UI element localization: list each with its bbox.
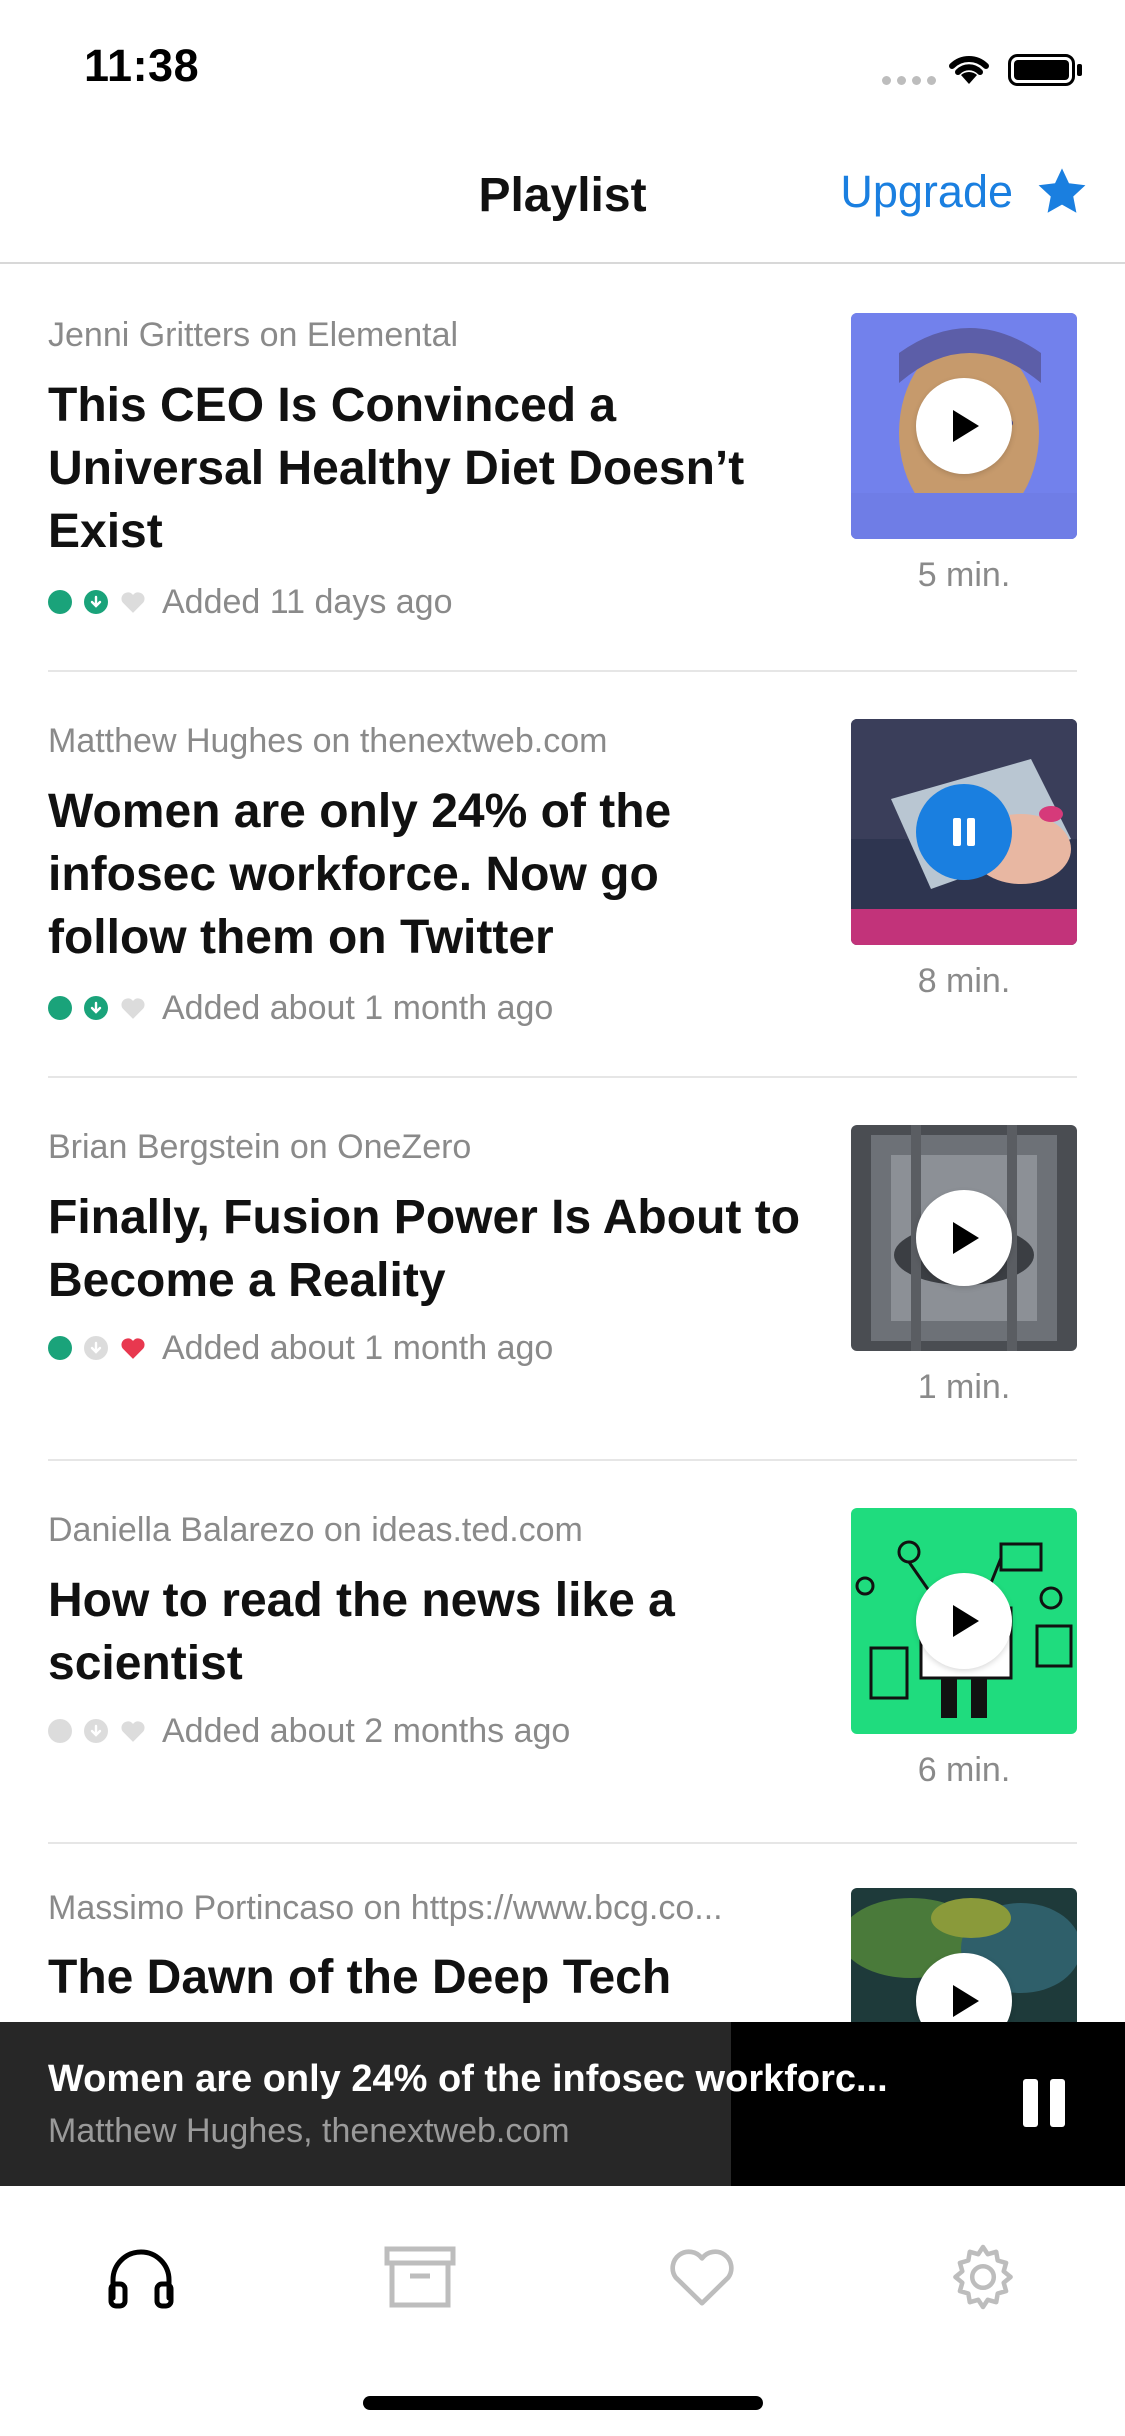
item-thumbnail[interactable] [851, 313, 1077, 539]
item-byline: Matthew Hughes on thenextweb.com [48, 722, 608, 760]
play-icon [953, 1222, 979, 1254]
pause-icon [953, 818, 975, 846]
item-byline: Brian Bergstein on OneZero [48, 1128, 472, 1166]
read-status-dot [48, 1719, 72, 1743]
now-playing-title: Women are only 24% of the infosec workfo… [48, 2058, 888, 2100]
item-duration: 1 min. [917, 1368, 1011, 1406]
home-indicator [363, 2396, 763, 2410]
item-title: The Dawn of the Deep Tech [48, 1951, 672, 2004]
download-icon[interactable] [84, 1336, 108, 1360]
tab-archive[interactable] [375, 2232, 465, 2322]
item-duration: 8 min. [917, 962, 1011, 1000]
tab-settings[interactable] [938, 2232, 1028, 2322]
list-item[interactable]: Massimo Portincaso on https://www.bcg.co… [48, 1844, 1077, 2044]
tab-playlist[interactable] [96, 2232, 186, 2322]
list-item[interactable]: Jenni Gritters on Elemental This CEO Is … [48, 266, 1077, 671]
item-thumbnail[interactable] [851, 1888, 1077, 2044]
heart-icon[interactable] [120, 996, 146, 1020]
headphones-icon [108, 2249, 174, 2309]
heart-icon [670, 2249, 734, 2306]
item-thumbnail[interactable] [851, 719, 1077, 945]
upgrade-label: Upgrade [840, 166, 1013, 217]
item-title: Finally, Fusion Power Is About to Become… [48, 1191, 801, 1307]
play-button[interactable] [916, 1573, 1012, 1669]
item-meta: Added 11 days ago [48, 582, 453, 622]
play-icon [953, 1985, 979, 2017]
item-byline: Jenni Gritters on Elemental [48, 316, 459, 354]
added-date: Added 11 days ago [162, 582, 453, 621]
status-time: 11:38 [84, 40, 200, 91]
star-icon [1038, 168, 1086, 213]
read-status-dot [48, 996, 72, 1020]
play-icon [953, 1605, 979, 1637]
download-icon[interactable] [84, 1719, 108, 1743]
battery-icon [1008, 54, 1082, 86]
item-byline: Massimo Portincaso on https://www.bcg.co… [48, 1889, 723, 1927]
item-meta: Added about 1 month ago [48, 1328, 553, 1368]
now-playing-bar[interactable]: Women are only 24% of the infosec workfo… [0, 2022, 1125, 2186]
upgrade-button[interactable]: Upgrade [840, 166, 1089, 218]
item-duration: 5 min. [917, 556, 1011, 594]
cellular-signal-icon [882, 76, 936, 85]
nav-bar: Playlist Upgrade [0, 130, 1125, 264]
item-title: Women are only 24% of the infosec workfo… [48, 785, 672, 964]
list-item[interactable]: Matthew Hughes on thenextweb.com Women a… [48, 672, 1077, 1077]
pause-button[interactable] [916, 784, 1012, 880]
heart-icon-liked[interactable] [120, 1336, 146, 1360]
tab-favorites[interactable] [657, 2232, 747, 2322]
downloaded-icon [84, 590, 108, 614]
item-byline: Daniella Balarezo on ideas.ted.com [48, 1511, 583, 1549]
item-meta: Added about 2 months ago [48, 1711, 570, 1751]
heart-icon[interactable] [120, 1719, 146, 1743]
now-playing-subtitle: Matthew Hughes, thenextweb.com [48, 2112, 570, 2150]
play-icon [953, 410, 979, 442]
pause-icon [1023, 2079, 1065, 2127]
item-meta: Added about 1 month ago [48, 988, 553, 1028]
added-date: Added about 2 months ago [162, 1711, 571, 1750]
heart-icon[interactable] [120, 590, 146, 614]
play-button[interactable] [916, 1190, 1012, 1286]
status-bar: 11:38 [0, 0, 1125, 130]
item-title: This CEO Is Convinced a Universal Health… [48, 379, 745, 558]
list-item[interactable]: Daniella Balarezo on ideas.ted.com How t… [48, 1461, 1077, 1844]
archive-icon [384, 2246, 456, 2308]
read-status-dot [48, 1336, 72, 1360]
wifi-icon [949, 55, 989, 84]
added-date: Added about 1 month ago [162, 1328, 554, 1367]
item-title: How to read the news like a scientist [48, 1574, 675, 1690]
playback-progress [0, 2022, 732, 2186]
downloaded-icon [84, 996, 108, 1020]
gear-icon [953, 2244, 1013, 2310]
item-duration: 6 min. [917, 1751, 1011, 1789]
read-status-dot [48, 590, 72, 614]
play-button[interactable] [916, 378, 1012, 474]
added-date: Added about 1 month ago [162, 988, 554, 1027]
now-playing-pause-button[interactable] [1020, 2076, 1068, 2135]
item-thumbnail[interactable] [851, 1125, 1077, 1351]
list-item[interactable]: Brian Bergstein on OneZero Finally, Fusi… [48, 1078, 1077, 1461]
item-thumbnail[interactable] [851, 1508, 1077, 1734]
